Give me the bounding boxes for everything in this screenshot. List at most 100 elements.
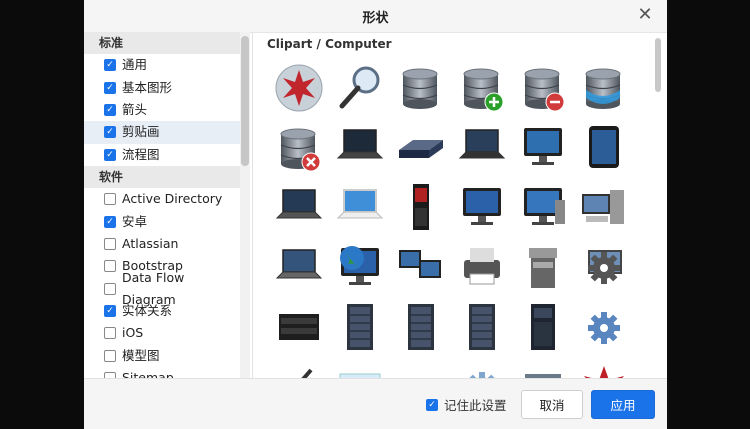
library-checkbox[interactable]: ✓ — [104, 215, 116, 228]
shape-tile[interactable] — [513, 58, 573, 118]
netbook-icon — [275, 189, 323, 219]
shape-tile[interactable] — [269, 58, 329, 118]
monitor-icon — [524, 128, 562, 165]
shapes-dialog: 形状 ✕ 标准 ✓ 通用 ✓ 基本图形 ✓ 箭头 ✓ 剪贴画 ✓ 流程图 软件 Active Direc… — [84, 0, 667, 429]
remember-label: 记住此设置 — [444, 398, 507, 413]
library-label: 箭头 — [122, 101, 148, 117]
library-item[interactable]: 模型图 — [84, 345, 240, 367]
rack-server-icon — [279, 314, 319, 340]
library-label: 流程图 — [122, 146, 160, 162]
sidebar-scrollbar-thumb[interactable] — [241, 36, 249, 166]
remember-setting[interactable]: ✓ 记住此设置 — [426, 395, 507, 414]
shape-tile[interactable] — [452, 178, 512, 238]
shape-tile[interactable] — [269, 238, 329, 298]
shape-tile[interactable] — [513, 298, 573, 358]
library-checkbox[interactable]: ✓ — [104, 148, 116, 161]
shape-tile[interactable] — [391, 358, 451, 378]
shape-tile[interactable] — [452, 118, 512, 178]
database-remove-icon — [524, 68, 565, 112]
shape-tile[interactable] — [269, 178, 329, 238]
shape-tile[interactable] — [391, 58, 451, 118]
library-checkbox[interactable]: ✓ — [104, 81, 116, 94]
library-item[interactable]: ✓ 箭头 — [84, 99, 240, 121]
shape-tile[interactable] — [330, 178, 390, 238]
shape-tile[interactable] — [269, 118, 329, 178]
shape-tile[interactable] — [269, 358, 329, 378]
shape-tile[interactable] — [330, 58, 390, 118]
database-add-icon — [463, 68, 504, 112]
library-item[interactable]: Data Flow Diagram — [84, 270, 240, 307]
shape-tile[interactable] — [452, 298, 512, 358]
settings-icon — [468, 372, 496, 378]
library-item[interactable]: ✓ 基本图形 — [84, 76, 240, 98]
cancel-button[interactable]: 取消 — [521, 390, 583, 419]
library-checkbox[interactable] — [104, 260, 116, 273]
library-checkbox[interactable]: ✓ — [104, 103, 116, 116]
dual-monitors-icon — [399, 250, 441, 278]
server-cabinet-icon — [347, 304, 373, 350]
shape-tile[interactable] — [574, 298, 634, 358]
shape-tile[interactable] — [391, 298, 451, 358]
library-list[interactable]: 标准 ✓ 通用 ✓ 基本图形 ✓ 箭头 ✓ 剪贴画 ✓ 流程图 软件 Active Directory ✓… — [84, 32, 253, 378]
remember-checkbox[interactable]: ✓ — [426, 398, 438, 411]
desktop-computer-icon — [524, 188, 565, 225]
library-label: 模型图 — [122, 347, 160, 363]
virus-icon — [275, 64, 323, 112]
shape-tile[interactable] — [452, 358, 512, 378]
shape-tile[interactable] — [330, 118, 390, 178]
dialog-titlebar: 形状 ✕ — [84, 0, 667, 33]
shape-tile[interactable] — [452, 238, 512, 298]
laptop-dark-icon — [458, 129, 506, 159]
section-header: 标准 — [84, 32, 240, 54]
shape-tile[interactable] — [452, 58, 512, 118]
library-item[interactable]: ✓ 流程图 — [84, 144, 240, 166]
shape-tile[interactable] — [513, 238, 573, 298]
shape-tile[interactable] — [330, 358, 390, 378]
shape-tile[interactable] — [330, 298, 390, 358]
library-item[interactable]: ✓ 通用 — [84, 54, 240, 76]
shape-tile[interactable] — [391, 118, 451, 178]
shape-tile[interactable] — [574, 358, 634, 378]
shape-tile[interactable] — [513, 358, 573, 378]
library-checkbox[interactable] — [104, 282, 116, 295]
shape-tile[interactable] — [330, 238, 390, 298]
shape-tile[interactable] — [574, 178, 634, 238]
library-label: 实体关系 — [122, 303, 173, 319]
library-item[interactable]: iOS — [84, 322, 240, 344]
library-checkbox[interactable]: ✓ — [104, 59, 116, 72]
library-checkbox[interactable]: ✓ — [104, 305, 116, 318]
library-checkbox[interactable] — [104, 327, 116, 340]
sidebar-scrollbar[interactable] — [240, 32, 250, 378]
library-checkbox[interactable]: ✓ — [104, 126, 116, 139]
workstation-settings-icon — [588, 250, 622, 284]
library-label: 通用 — [122, 57, 148, 73]
library-item[interactable]: Atlassian — [84, 233, 240, 255]
workstation-icon — [582, 190, 624, 224]
apply-button[interactable]: 应用 — [591, 390, 655, 419]
library-item[interactable]: ✓ 安卓 — [84, 210, 240, 232]
printer-icon — [464, 248, 500, 285]
library-checkbox[interactable] — [104, 349, 116, 362]
shape-tile[interactable] — [269, 298, 329, 358]
shape-tile[interactable] — [391, 178, 451, 238]
close-icon[interactable]: ✕ — [635, 3, 655, 27]
server-tower-icon — [413, 184, 429, 230]
mouse-icon — [393, 360, 449, 378]
library-item[interactable]: ✓ 剪贴画 — [84, 121, 240, 144]
shape-tile[interactable] — [574, 118, 634, 178]
panel-scrollbar[interactable] — [655, 38, 661, 92]
library-checkbox[interactable] — [104, 193, 116, 206]
server-rack-icon — [408, 304, 434, 350]
library-item[interactable]: Active Directory — [84, 188, 240, 210]
library-item[interactable]: Sitemap — [84, 367, 240, 378]
notebook-icon — [275, 249, 323, 279]
library-checkbox[interactable] — [104, 237, 116, 250]
shape-tile[interactable] — [574, 58, 634, 118]
shape-tile[interactable] — [574, 238, 634, 298]
shape-tile[interactable] — [513, 178, 573, 238]
library-label: Atlassian — [122, 235, 179, 251]
paper-icon — [339, 373, 381, 378]
shape-tile[interactable] — [513, 118, 573, 178]
shape-tile[interactable] — [391, 238, 451, 298]
library-label: iOS — [122, 325, 144, 341]
